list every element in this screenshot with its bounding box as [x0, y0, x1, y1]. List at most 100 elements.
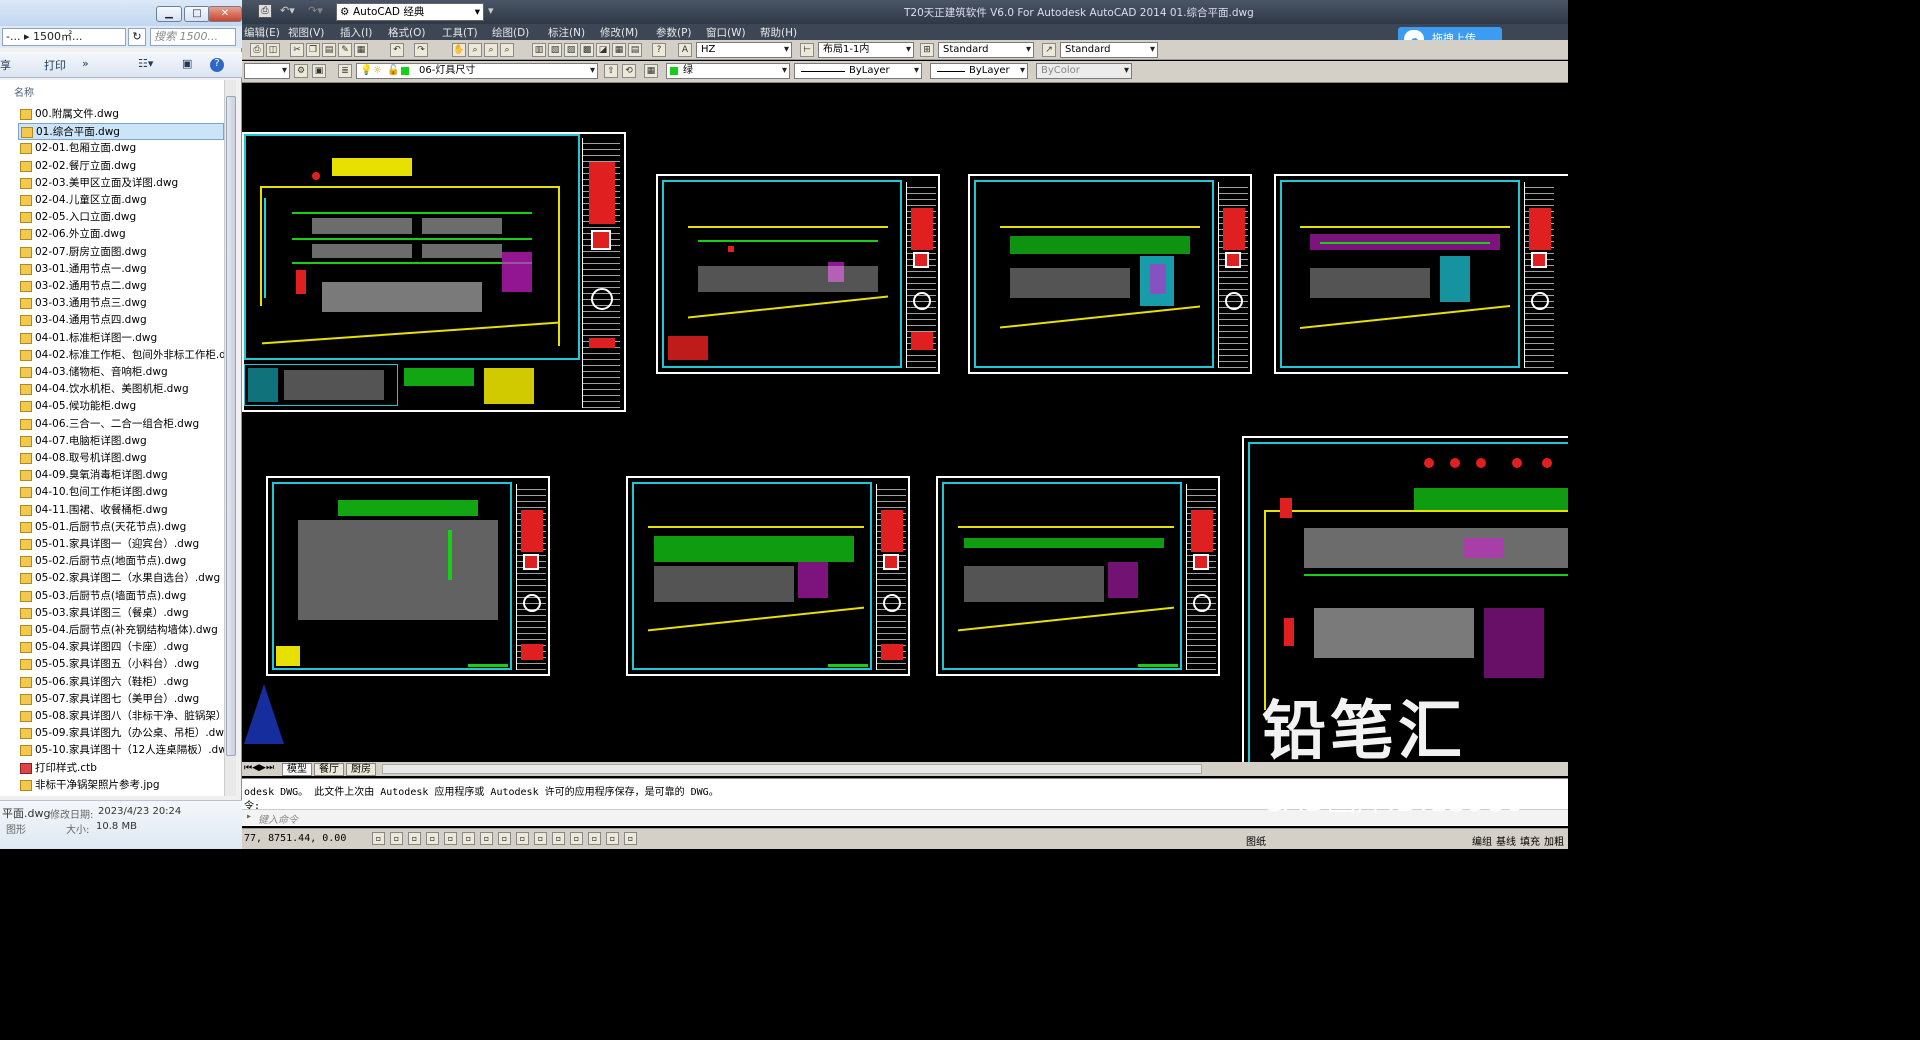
share-button[interactable]: 享 — [0, 57, 11, 73]
file-item[interactable]: 05-02.后厨节点(地面节点).dwg — [18, 553, 224, 570]
zoom-window-icon[interactable]: ⌕ — [484, 43, 498, 57]
file-item[interactable]: 02-06.外立面.dwg — [18, 226, 224, 243]
tpy-icon[interactable]: ▫ — [570, 832, 583, 845]
file-item[interactable]: 02-07.厨房立面图.dwg — [18, 244, 224, 261]
file-item[interactable]: 00.附属文件.dwg — [18, 106, 224, 123]
make-current-layer-icon[interactable]: ⇧ — [604, 64, 618, 78]
quick-access-more-icon[interactable]: ▾ — [488, 4, 494, 17]
tool-palettes-icon[interactable]: ▨ — [564, 43, 578, 57]
scrollbar-thumb[interactable] — [226, 96, 236, 756]
grid-icon[interactable]: ▫ — [408, 832, 421, 845]
file-item[interactable]: 05-05.家具详图五（小料台）.dwg — [18, 656, 224, 673]
close-button[interactable]: ✕ — [208, 6, 242, 22]
menu-item[interactable]: 编辑(E) — [244, 25, 280, 40]
table-style-icon[interactable]: ⊞ — [920, 43, 934, 57]
explorer-scrollbar[interactable] — [224, 80, 236, 796]
workspace-dropdown[interactable]: ⚙ AutoCAD 经典 ▾ — [336, 3, 484, 21]
sc-icon[interactable]: ▫ — [606, 832, 619, 845]
minimize-button[interactable]: ▁ — [156, 6, 182, 22]
file-item[interactable]: 04-05.候功能柜.dwg — [18, 398, 224, 415]
calculator-icon[interactable]: ▤ — [628, 43, 642, 57]
menu-item[interactable]: 窗口(W) — [706, 25, 746, 40]
file-item[interactable]: 05-03.家具详图三（餐桌）.dwg — [18, 605, 224, 622]
undo-icon[interactable]: ↶▾ — [280, 4, 295, 17]
file-item[interactable]: 05-09.家具详图九（办公桌、吊柜）.dwg — [18, 725, 224, 742]
linetype-dropdown[interactable]: ByLayer — [794, 63, 922, 79]
tab-nav-arrows-icon[interactable]: ⏮◀▶⏭ — [244, 763, 274, 773]
file-item[interactable]: 02-03.美甲区立面及详图.dwg — [18, 175, 224, 192]
tab-kitchen[interactable]: 厨房 — [346, 763, 376, 776]
drawing-canvas[interactable] — [242, 84, 1568, 762]
tab-dining[interactable]: 餐厅 — [314, 763, 344, 776]
workspace-settings-icon[interactable]: ⚙ — [294, 64, 308, 78]
file-item[interactable]: 04-04.饮水机柜、美图机柜.dwg — [18, 381, 224, 398]
file-item[interactable]: 03-04.通用节点四.dwg — [18, 312, 224, 329]
copy-icon[interactable]: ❐ — [306, 43, 320, 57]
layout-dropdown[interactable]: 布局1-1内 — [818, 42, 914, 58]
horizontal-scrollbar[interactable] — [382, 764, 1202, 774]
view-options-icon[interactable]: ☷▾ — [138, 57, 153, 70]
file-item[interactable]: 03-03.通用节点三.dwg — [18, 295, 224, 312]
file-item[interactable]: 05-01.后厨节点(天花节点).dwg — [18, 519, 224, 536]
layer-previous-icon[interactable]: ⟲ — [622, 64, 636, 78]
file-item[interactable]: 04-03.储物柜、音响柜.dwg — [18, 364, 224, 381]
drawing-sheet-1[interactable] — [242, 132, 626, 412]
address-path[interactable]: -... ▸ 1500㎡... — [2, 28, 126, 46]
3dosnap-icon[interactable]: ▫ — [480, 832, 493, 845]
file-item[interactable]: 02-05.入口立面.dwg — [18, 209, 224, 226]
dim-style-dropdown[interactable]: Standard — [938, 42, 1034, 58]
lineweight-dropdown[interactable]: ByLayer — [930, 63, 1028, 79]
layer-states-icon[interactable]: ▦ — [644, 64, 658, 78]
properties-icon[interactable]: ▥ — [532, 43, 546, 57]
file-item[interactable]: 04-01.标准柜详图一.dwg — [18, 330, 224, 347]
file-item[interactable]: 05-06.家具详图六（鞋柜）.dwg — [18, 674, 224, 691]
file-item[interactable]: 05-03.后厨节点(墙面节点).dwg — [18, 588, 224, 605]
print-icon[interactable]: ⎙ — [258, 4, 272, 18]
drawing-sheet-2[interactable] — [656, 174, 940, 374]
file-item[interactable]: 04-07.电脑柜详图.dwg — [18, 433, 224, 450]
qp-icon[interactable]: ▫ — [588, 832, 601, 845]
menu-item[interactable]: 修改(M) — [600, 25, 638, 40]
menu-item[interactable]: 格式(O) — [388, 25, 425, 40]
multileader-style-icon[interactable]: ↗ — [1042, 43, 1056, 57]
osnap-icon[interactable]: ▫ — [462, 832, 475, 845]
print-button[interactable]: 打印 — [44, 57, 66, 73]
redo-icon[interactable]: ↷ — [414, 43, 428, 57]
save-workspace-icon[interactable]: ▣ — [312, 64, 326, 78]
otrack-icon[interactable]: ▫ — [498, 832, 511, 845]
plotstyle-dropdown[interactable]: ByColor — [1036, 63, 1132, 79]
menu-item[interactable]: 插入(I) — [340, 25, 372, 40]
menu-item[interactable]: 工具(T) — [442, 25, 478, 40]
snap-icon[interactable]: ▫ — [390, 832, 403, 845]
more-button[interactable]: » — [82, 57, 89, 70]
menu-item[interactable]: 参数(P) — [656, 25, 692, 40]
dyn-icon[interactable]: ▫ — [534, 832, 547, 845]
file-item[interactable]: 05-04.后厨节点(补充钢结构墙体).dwg — [18, 622, 224, 639]
polar-icon[interactable]: ▫ — [444, 832, 457, 845]
redo-icon[interactable]: ↷▾ — [308, 4, 323, 17]
file-item[interactable]: 01.综合平面.dwg — [18, 123, 224, 141]
quickcalc-icon[interactable]: ▦ — [612, 43, 626, 57]
design-center-icon[interactable]: ▧ — [548, 43, 562, 57]
zoom-previous-icon[interactable]: ⌕ — [500, 43, 514, 57]
refresh-icon[interactable]: ↻ — [128, 28, 146, 46]
cut-icon[interactable]: ✂ — [290, 43, 304, 57]
text-style-dropdown[interactable]: HZ — [696, 42, 792, 58]
file-item[interactable]: 02-02.餐厅立面.dwg — [18, 158, 224, 175]
plot-icon[interactable]: ⎙ — [250, 43, 264, 57]
menu-item[interactable]: 标注(N) — [548, 25, 585, 40]
workspace-combo[interactable] — [244, 63, 290, 79]
file-item[interactable]: 05-01.家具详图一（迎宾台）.dwg — [18, 536, 224, 553]
ducs-icon[interactable]: ▫ — [516, 832, 529, 845]
file-item[interactable]: 04-02.标准工作柜、包间外非标工作柜.d... — [18, 347, 224, 364]
file-item[interactable]: 03-01.通用节点一.dwg — [18, 261, 224, 278]
file-item[interactable]: 02-04.儿童区立面.dwg — [18, 192, 224, 209]
file-item[interactable]: 05-10.家具详图十（12人连桌隔板）.dwg — [18, 742, 224, 759]
file-item[interactable]: 03-02.通用节点二.dwg — [18, 278, 224, 295]
help-icon[interactable]: ? — [210, 58, 224, 72]
column-header-name[interactable]: 名称 — [14, 84, 34, 99]
file-item[interactable]: 02-01.包厢立面.dwg — [18, 140, 224, 157]
table-style-dropdown[interactable]: Standard — [1060, 42, 1158, 58]
paste-icon[interactable]: ▤ — [322, 43, 336, 57]
file-item[interactable]: 04-08.取号机详图.dwg — [18, 450, 224, 467]
